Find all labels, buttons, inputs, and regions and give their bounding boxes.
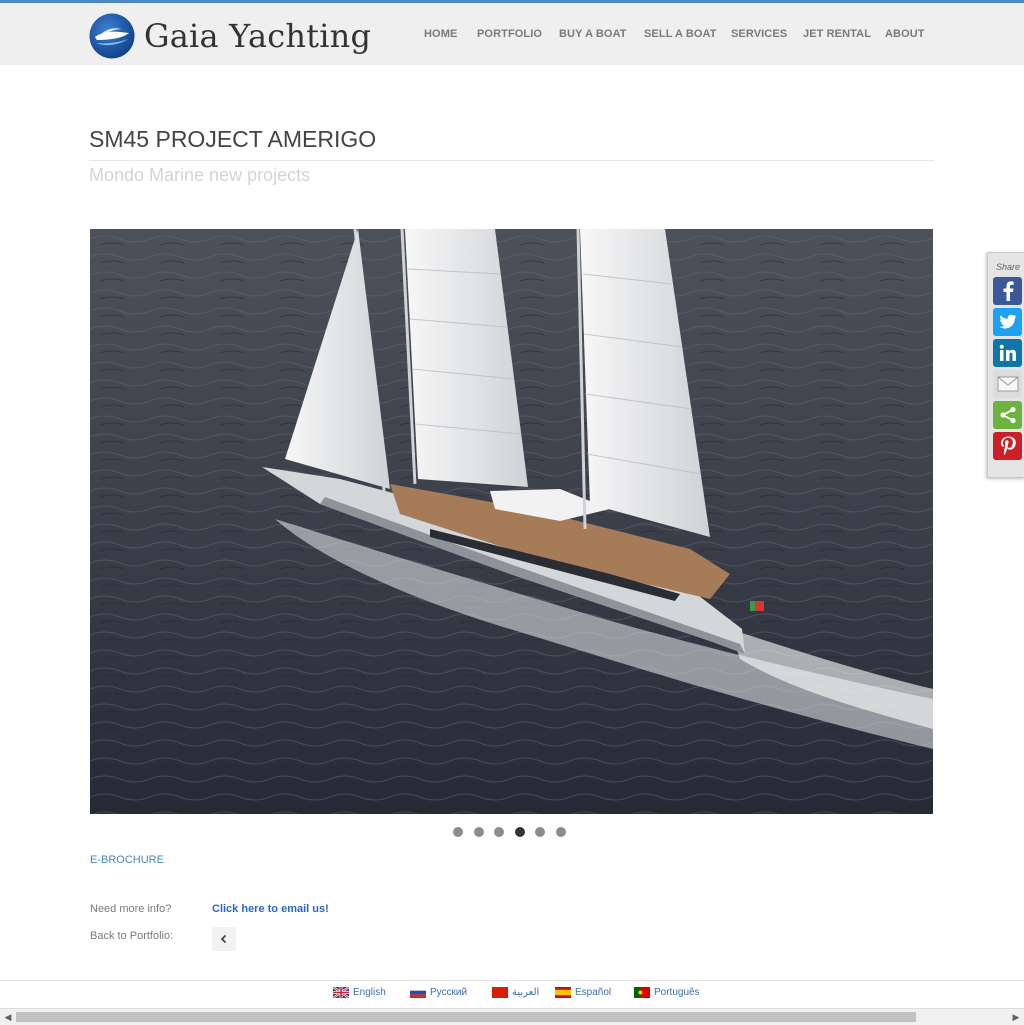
site-header: Gaia Yachting HOME PORTFOLIO BUY A BOAT …: [0, 3, 1024, 65]
nav-home[interactable]: HOME: [424, 28, 457, 40]
scrollbar-thumb[interactable]: [16, 1012, 916, 1022]
portugal-flag-icon: [634, 987, 650, 998]
share-linkedin-button[interactable]: [993, 339, 1022, 367]
nav-services[interactable]: SERVICES: [731, 28, 787, 40]
footer-divider: [0, 980, 1024, 981]
nav-portfolio[interactable]: PORTFOLIO: [477, 28, 542, 40]
carousel-pagination: [453, 827, 577, 837]
lang-spanish[interactable]: Español: [555, 987, 611, 998]
share-pinterest-button[interactable]: [993, 432, 1022, 460]
lang-russian[interactable]: Русский: [410, 987, 467, 998]
lang-arabic[interactable]: العربية: [492, 987, 539, 998]
russia-flag-icon: [410, 987, 426, 998]
carousel-dot-4[interactable]: [514, 827, 525, 837]
share-label: Share: [996, 262, 1021, 272]
back-to-portfolio-button[interactable]: [212, 927, 236, 951]
share-icon: [999, 406, 1016, 424]
share-twitter-button[interactable]: [993, 308, 1022, 336]
chevron-left-icon: [220, 934, 227, 944]
carousel-dot-2[interactable]: [473, 827, 484, 837]
language-switcher: English Русский العربية Español Portuguê…: [0, 987, 1024, 1001]
lang-portuguese[interactable]: Português: [634, 987, 700, 998]
nav-buy-a-boat[interactable]: BUY A BOAT: [559, 28, 627, 40]
horizontal-scrollbar[interactable]: ◀ ▶: [0, 1008, 1024, 1025]
share-email-button[interactable]: [993, 370, 1022, 398]
carousel-dot-6[interactable]: [555, 827, 566, 837]
email-us-link[interactable]: Click here to email us!: [212, 903, 329, 915]
email-icon: [997, 376, 1018, 392]
carousel-dot-3[interactable]: [494, 827, 505, 837]
linkedin-icon: [999, 344, 1016, 361]
twitter-icon: [999, 314, 1016, 329]
share-sidebar: Share: [987, 252, 1024, 478]
ebrochure-link[interactable]: E-BROCHURE: [90, 854, 164, 866]
carousel-dot-1[interactable]: [453, 827, 463, 837]
spain-flag-icon: [555, 987, 571, 998]
nav-jet-rental[interactable]: JET RENTAL: [803, 28, 871, 40]
pinterest-icon: [1000, 436, 1016, 455]
share-more-button[interactable]: [993, 401, 1022, 429]
lang-russian-label: Русский: [430, 987, 468, 998]
nav-about[interactable]: ABOUT: [885, 28, 925, 40]
main-nav: HOME PORTFOLIO BUY A BOAT SELL A BOAT SE…: [0, 28, 1024, 48]
title-divider: [89, 160, 934, 161]
lang-english[interactable]: English: [333, 987, 386, 998]
facebook-icon: [1003, 281, 1014, 301]
lang-spanish-label: Español: [575, 987, 612, 998]
lang-english-label: English: [353, 987, 386, 998]
share-facebook-button[interactable]: [993, 277, 1022, 305]
scroll-left-arrow-icon[interactable]: ◀: [0, 1009, 16, 1025]
lang-arabic-label: العربية: [512, 987, 540, 998]
page-subtitle: Mondo Marine new projects: [89, 165, 311, 185]
lang-portuguese-label: Português: [654, 987, 700, 998]
sailing-yacht-illustration: [90, 229, 933, 814]
nav-sell-a-boat[interactable]: SELL A BOAT: [644, 28, 717, 40]
uk-flag-icon: [333, 987, 349, 998]
page-title: SM45 PROJECT AMERIGO: [89, 126, 377, 152]
yacht-hero-image[interactable]: [90, 229, 933, 814]
carousel-dot-5[interactable]: [535, 827, 546, 837]
scroll-right-arrow-icon[interactable]: ▶: [1008, 1009, 1024, 1025]
need-info-label: Need more info?: [90, 903, 172, 915]
arabic-flag-icon: [492, 987, 508, 998]
back-to-portfolio-label: Back to Portfolio:: [90, 930, 174, 942]
